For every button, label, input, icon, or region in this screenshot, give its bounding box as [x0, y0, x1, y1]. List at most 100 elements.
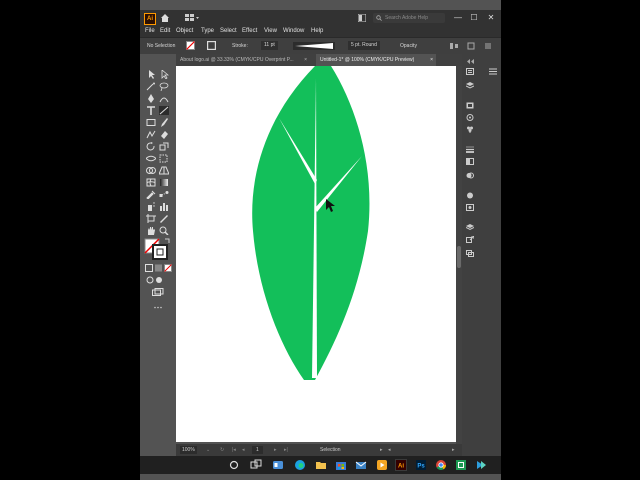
close-button[interactable]: ✕ — [485, 12, 497, 24]
curvature-tool-icon[interactable] — [159, 94, 169, 103]
properties-icon[interactable] — [466, 68, 474, 75]
store-icon[interactable] — [335, 459, 347, 471]
media-player-icon[interactable] — [376, 459, 388, 471]
opacity-label[interactable]: Opacity — [400, 38, 417, 54]
export-icon[interactable] — [466, 236, 474, 243]
brush-definition-select[interactable]: 5 pt. Round — [348, 41, 380, 50]
scale-tool-icon[interactable] — [159, 142, 169, 151]
search-help-input[interactable]: Search Adobe Help — [373, 13, 445, 23]
leaf-artwork[interactable] — [176, 66, 456, 442]
arrange-documents-icon[interactable] — [185, 14, 199, 22]
next-artboard-icon[interactable]: ▸ — [274, 444, 277, 456]
lasso-tool-icon[interactable] — [159, 82, 169, 91]
panel-menu-icon[interactable] — [484, 42, 492, 50]
stroke-swatch-icon[interactable] — [207, 41, 216, 50]
gradient-panel-icon[interactable] — [466, 158, 474, 165]
layers-icon[interactable] — [466, 82, 474, 89]
menu-object[interactable]: Object — [176, 26, 193, 37]
color-modes-icon[interactable] — [145, 264, 173, 272]
appearance-icon[interactable] — [466, 192, 474, 199]
zoom-level-select[interactable]: 100% — [180, 446, 197, 454]
type-tool-icon[interactable] — [146, 106, 156, 115]
draw-modes-icon[interactable] — [146, 276, 166, 284]
minimize-button[interactable]: — — [452, 12, 464, 24]
layers-stack-icon[interactable] — [466, 224, 474, 231]
fill-swatch-none-icon[interactable] — [186, 41, 195, 50]
chrome-icon[interactable] — [435, 459, 447, 471]
rectangle-tool-icon[interactable] — [146, 118, 156, 127]
close-tab-icon[interactable]: × — [430, 54, 433, 66]
transparency-icon[interactable] — [466, 172, 474, 179]
workspace-switcher-icon[interactable] — [358, 14, 366, 22]
selection-tool-icon[interactable] — [146, 70, 156, 79]
menu-select[interactable]: Select — [220, 26, 237, 37]
fill-stroke-swatches-icon[interactable] — [144, 238, 170, 260]
graphic-styles-icon[interactable] — [466, 204, 474, 211]
line-tool-icon[interactable] — [159, 106, 169, 115]
scroll-thumb[interactable] — [457, 246, 461, 268]
menu-view[interactable]: View — [264, 26, 277, 37]
edge-icon[interactable] — [294, 459, 306, 471]
menu-edit[interactable]: Edit — [160, 26, 170, 37]
mesh-tool-icon[interactable] — [146, 178, 156, 187]
tab-about-logo[interactable]: About logo.ai @ 33.33% (CMYK/CPU Overpri… — [176, 54, 310, 66]
width-tool-icon[interactable] — [146, 154, 156, 163]
search-icon[interactable] — [228, 459, 240, 471]
symbol-sprayer-tool-icon[interactable] — [146, 202, 156, 211]
zoom-dropdown-icon[interactable]: ⌄ — [206, 444, 210, 456]
terminal-icon[interactable] — [475, 459, 487, 471]
photoshop-icon[interactable]: Ps — [415, 459, 427, 471]
menu-file[interactable]: File — [145, 26, 155, 37]
pen-tool-icon[interactable] — [146, 94, 156, 103]
shaper-tool-icon[interactable] — [146, 130, 156, 139]
eraser-tool-icon[interactable] — [159, 130, 169, 139]
perspective-grid-tool-icon[interactable] — [159, 166, 169, 175]
menu-type[interactable]: Type — [201, 26, 214, 37]
menu-help[interactable]: Help — [311, 26, 323, 37]
task-view-icon[interactable] — [250, 459, 262, 471]
close-tab-icon[interactable]: × — [304, 54, 307, 66]
restore-button[interactable]: ☐ — [468, 12, 480, 24]
document-canvas[interactable] — [176, 66, 456, 444]
illustrator-taskbar-icon[interactable]: Ai — [395, 459, 407, 471]
edit-toolbar-icon[interactable] — [154, 306, 162, 309]
direct-selection-tool-icon[interactable] — [159, 70, 169, 79]
blend-tool-icon[interactable] — [159, 190, 169, 199]
transform-icon[interactable] — [467, 42, 475, 50]
color-icon[interactable] — [466, 102, 474, 109]
hand-tool-icon[interactable] — [146, 226, 156, 235]
artboard-number-input[interactable]: 1 — [252, 446, 263, 454]
rotate-tool-icon[interactable] — [146, 142, 156, 151]
artboards-icon[interactable] — [466, 250, 474, 257]
zoom-tool-icon[interactable] — [159, 226, 169, 235]
eyedropper-tool-icon[interactable] — [146, 190, 156, 199]
status-menu-icon[interactable]: ▸ — [380, 444, 383, 456]
artboard-tool-icon[interactable] — [146, 214, 156, 223]
magic-wand-tool-icon[interactable] — [146, 82, 156, 91]
slice-tool-icon[interactable] — [159, 214, 169, 223]
last-artboard-icon[interactable]: ▸| — [284, 444, 288, 456]
leaf-shape[interactable] — [252, 66, 370, 380]
artboard[interactable] — [176, 66, 456, 442]
prev-artboard-icon[interactable]: ◂ — [242, 444, 245, 456]
align-icon[interactable] — [450, 42, 458, 50]
excel-icon[interactable] — [455, 459, 467, 471]
tab-untitled[interactable]: Untitled-1* @ 100% (CMYK/CPU Preview) × — [316, 54, 436, 66]
scroll-right-icon[interactable]: ▸ — [452, 444, 455, 456]
paintbrush-tool-icon[interactable] — [159, 118, 169, 127]
rotate-view-icon[interactable]: ↻ — [220, 444, 224, 456]
stroke-weight-input[interactable]: 11 pt — [261, 41, 278, 50]
column-graph-tool-icon[interactable] — [159, 202, 169, 211]
gradient-tool-icon[interactable] — [159, 178, 169, 187]
collapse-panels-icon[interactable] — [466, 58, 474, 65]
home-icon[interactable] — [160, 13, 170, 23]
mail-icon[interactable] — [355, 459, 367, 471]
stroke-icon[interactable] — [466, 146, 474, 153]
align-panel-icon[interactable] — [489, 68, 497, 75]
variable-width-profile-icon[interactable] — [293, 42, 335, 50]
first-artboard-icon[interactable]: |◂ — [232, 444, 236, 456]
scroll-left-icon[interactable]: ◂ — [388, 444, 391, 456]
menu-effect[interactable]: Effect — [242, 26, 257, 37]
file-explorer-icon[interactable] — [315, 459, 327, 471]
shape-builder-tool-icon[interactable] — [146, 166, 156, 175]
